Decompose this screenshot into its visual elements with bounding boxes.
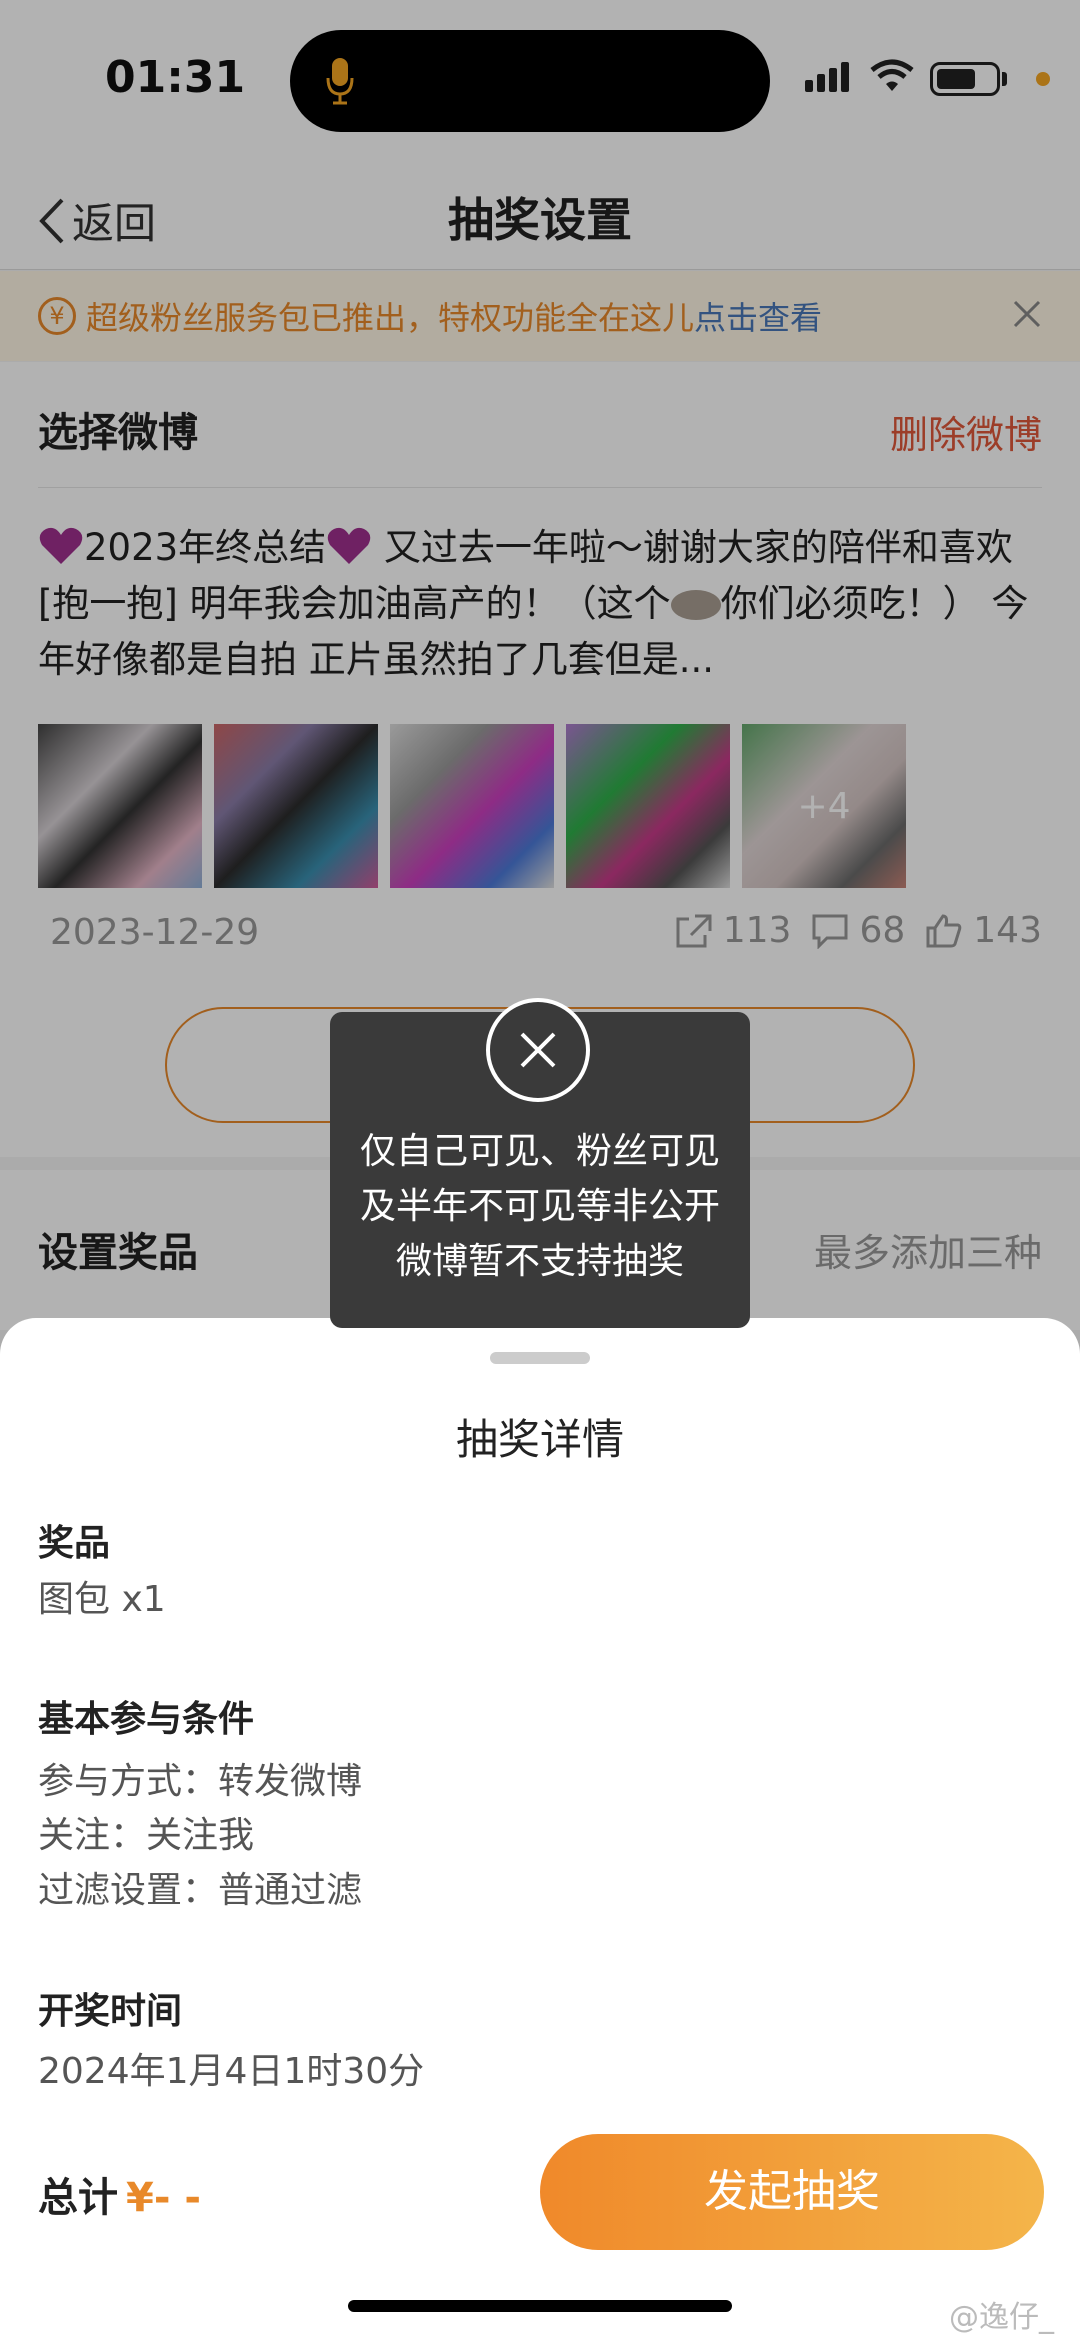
total-row: 总计 ¥- - — [38, 2165, 201, 2223]
draw-time-label: 开奖时间 — [38, 1991, 183, 2032]
total-amount: ¥- - — [126, 2175, 201, 2221]
condition-follow: 关注：关注我 — [38, 1815, 255, 1856]
condition-method: 参与方式：转发微博 — [38, 1761, 363, 1802]
toast-close-button[interactable] — [486, 998, 590, 1102]
screen: 01:31 返回 抽奖设置 ¥ 超级粉丝服务包已推出，特权功能全在这儿 点击查看… — [0, 0, 1080, 2342]
draw-time-value: 2024年1月4日1时30分 — [38, 2051, 425, 2092]
lottery-details-sheet: 抽奖详情 奖品 图包 x1 基本参与条件 参与方式：转发微博 关注：关注我 过滤… — [0, 1318, 1080, 2342]
toast-text: 仅自己可见、粉丝可见及半年不可见等非公开微博暂不支持抽奖 — [360, 1131, 720, 1282]
close-icon — [520, 1032, 556, 1068]
condition-filter: 过滤设置：普通过滤 — [38, 1870, 363, 1911]
prize-label: 奖品 — [38, 1523, 111, 1564]
watermark: @逸仔_ — [949, 2300, 1054, 2335]
prize-value: 图包 x1 — [38, 1579, 166, 1620]
toast-message: 仅自己可见、粉丝可见及半年不可见等非公开微博暂不支持抽奖 — [330, 998, 750, 1328]
home-indicator[interactable] — [348, 2300, 732, 2312]
total-label: 总计 — [38, 2175, 118, 2221]
conditions-label: 基本参与条件 — [38, 1699, 255, 1740]
start-lottery-button[interactable]: 发起抽奖 — [540, 2134, 1044, 2250]
sheet-title: 抽奖详情 — [455, 1415, 624, 1464]
sheet-handle[interactable] — [490, 1352, 590, 1364]
